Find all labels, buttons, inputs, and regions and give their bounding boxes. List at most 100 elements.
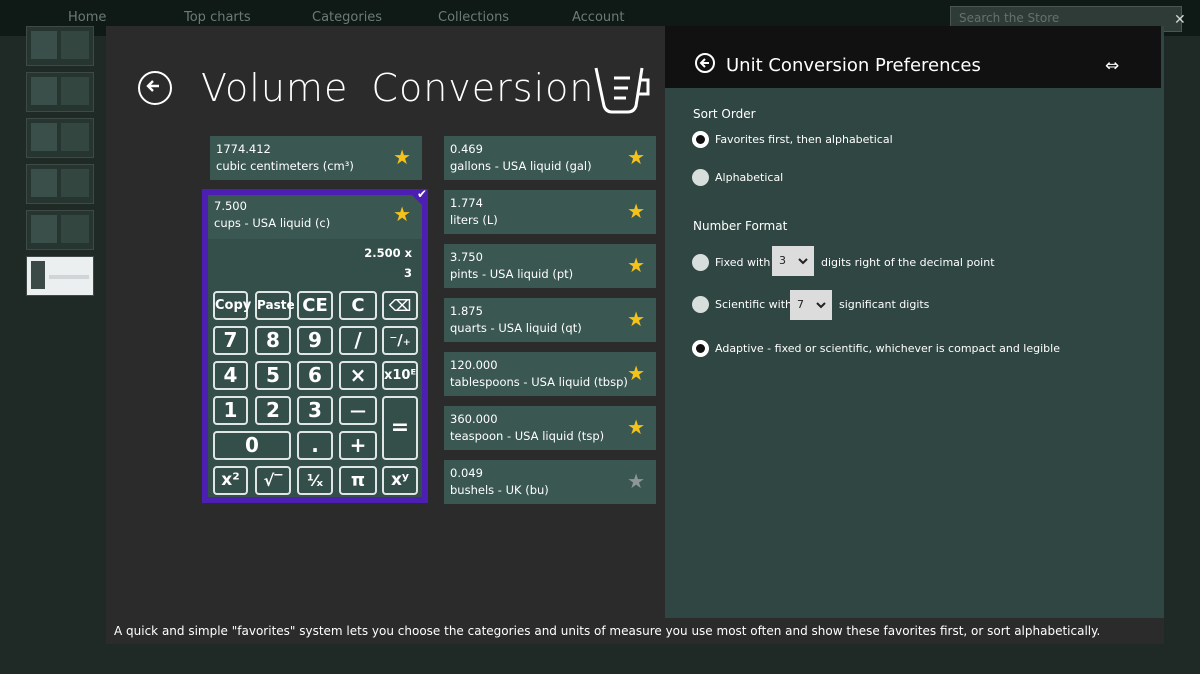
calc-operand: 3 bbox=[403, 266, 412, 280]
close-icon[interactable]: ✕ bbox=[1174, 12, 1186, 28]
favorite-star-icon[interactable]: ★ bbox=[627, 200, 645, 222]
volume-conversion-app: Volume Conversion 1774.412 cubic centime… bbox=[106, 26, 665, 618]
screenshot-caption: A quick and simple "favorites" system le… bbox=[106, 618, 1164, 644]
nav-collections[interactable]: Collections bbox=[438, 10, 509, 25]
nav-categories[interactable]: Categories bbox=[312, 10, 382, 25]
backspace-button[interactable]: ⌫ bbox=[382, 291, 418, 320]
key-4[interactable]: 4 bbox=[213, 361, 248, 390]
unit-name: bushels - UK (bu) bbox=[450, 483, 549, 497]
scientific-digits-select[interactable]: 7 bbox=[790, 290, 832, 320]
favorite-star-icon[interactable]: ★ bbox=[627, 362, 645, 384]
unit-tile-teaspoon[interactable]: 360.000 teaspoon - USA liquid (tsp) ★ bbox=[444, 406, 656, 450]
unit-name: gallons - USA liquid (gal) bbox=[450, 159, 592, 173]
chevron-down-icon bbox=[816, 302, 826, 309]
thumbnail[interactable] bbox=[26, 118, 94, 158]
multiply-button[interactable]: × bbox=[339, 361, 377, 390]
paste-button[interactable]: Paste bbox=[255, 291, 295, 320]
back-button[interactable] bbox=[138, 71, 172, 105]
key-8[interactable]: 8 bbox=[255, 326, 291, 355]
key-1[interactable]: 1 bbox=[213, 396, 248, 425]
unit-value: 1.774 bbox=[450, 196, 483, 210]
key-2[interactable]: 2 bbox=[255, 396, 291, 425]
radio-label: Alphabetical bbox=[715, 171, 784, 184]
plus-button[interactable]: + bbox=[339, 431, 377, 460]
unit-tile-quarts[interactable]: 1.875 quarts - USA liquid (qt) ★ bbox=[444, 298, 656, 342]
unit-value: 1.875 bbox=[450, 304, 483, 318]
unit-value: 7.500 bbox=[214, 199, 247, 213]
nav-account[interactable]: Account bbox=[572, 10, 625, 25]
radio-label: Adaptive - fixed or scientific, whicheve… bbox=[715, 342, 1060, 355]
key-3[interactable]: 3 bbox=[297, 396, 333, 425]
radio-adaptive[interactable] bbox=[692, 340, 709, 357]
favorite-star-icon[interactable]: ★ bbox=[627, 470, 645, 492]
unit-value: 1774.412 bbox=[216, 142, 271, 156]
unit-name: cubic centimeters (cm³) bbox=[216, 159, 354, 173]
key-7[interactable]: 7 bbox=[213, 326, 248, 355]
radio-alphabetical[interactable] bbox=[692, 169, 709, 186]
nav-top-charts[interactable]: Top charts bbox=[184, 10, 251, 25]
caption-text: A quick and simple "favorites" system le… bbox=[114, 624, 1101, 638]
reciprocal-button[interactable]: ¹⁄ₓ bbox=[297, 466, 333, 495]
thumbnail[interactable] bbox=[26, 164, 94, 204]
arrow-left-icon bbox=[699, 58, 709, 68]
divide-button[interactable]: / bbox=[339, 326, 377, 355]
key-5[interactable]: 5 bbox=[255, 361, 291, 390]
clear-entry-button[interactable]: CE bbox=[297, 291, 333, 320]
measuring-cup-icon bbox=[594, 67, 650, 114]
favorite-star-icon[interactable]: ★ bbox=[627, 146, 645, 168]
fixed-digits-select[interactable]: 3 bbox=[772, 246, 814, 276]
unit-name: quarts - USA liquid (qt) bbox=[450, 321, 582, 335]
unit-name: tablespoons - USA liquid (tbsp) bbox=[450, 375, 628, 389]
number-format-heading: Number Format bbox=[693, 219, 788, 233]
unit-tile-gallons[interactable]: 0.469 gallons - USA liquid (gal) ★ bbox=[444, 136, 656, 180]
decimal-point-button[interactable]: . bbox=[297, 431, 333, 460]
square-button[interactable]: x² bbox=[213, 466, 248, 495]
unit-tile-cubic-centimeters[interactable]: 1774.412 cubic centimeters (cm³) ★ bbox=[210, 136, 422, 180]
thumbnail[interactable] bbox=[26, 26, 94, 66]
selected-unit-calculator: 7.500 cups - USA liquid (c) ★ 2.500 x 3 … bbox=[202, 187, 428, 503]
key-6[interactable]: 6 bbox=[297, 361, 333, 390]
unit-value: 0.469 bbox=[450, 142, 483, 156]
equals-button[interactable]: = bbox=[382, 396, 418, 460]
unit-value: 0.049 bbox=[450, 466, 483, 480]
unit-name: cups - USA liquid (c) bbox=[214, 216, 331, 230]
key-9[interactable]: 9 bbox=[297, 326, 333, 355]
unit-tile-cups[interactable]: 7.500 cups - USA liquid (c) ★ bbox=[208, 195, 422, 239]
prefs-header: Unit Conversion Preferences ⇔ bbox=[665, 26, 1161, 88]
minus-button[interactable]: — bbox=[339, 396, 377, 425]
favorite-star-icon[interactable]: ★ bbox=[627, 254, 645, 276]
thumbnail[interactable] bbox=[26, 256, 94, 296]
sort-order-heading: Sort Order bbox=[693, 107, 756, 121]
unit-tile-liters[interactable]: 1.774 liters (L) ★ bbox=[444, 190, 656, 234]
sign-toggle-button[interactable]: ⁻∕₊ bbox=[382, 326, 418, 355]
prefs-back-button[interactable] bbox=[695, 53, 715, 73]
clear-button[interactable]: C bbox=[339, 291, 377, 320]
arrow-left-icon bbox=[146, 80, 159, 92]
unit-tile-pints[interactable]: 3.750 pints - USA liquid (pt) ★ bbox=[444, 244, 656, 288]
exponent-button[interactable]: x10ᴱ bbox=[382, 361, 418, 390]
prefs-title: Unit Conversion Preferences bbox=[726, 55, 981, 76]
calc-expression: 2.500 x bbox=[364, 246, 412, 260]
square-root-button[interactable]: √‾ bbox=[255, 466, 291, 495]
radio-label: Scientific with bbox=[715, 298, 793, 311]
pi-button[interactable]: π bbox=[339, 466, 377, 495]
favorite-star-icon[interactable]: ★ bbox=[627, 308, 645, 330]
swap-arrows-icon[interactable]: ⇔ bbox=[1105, 56, 1119, 76]
radio-label: Fixed with bbox=[715, 256, 771, 269]
checkmark-icon: ✔ bbox=[416, 187, 427, 201]
nav-home[interactable]: Home bbox=[68, 10, 106, 25]
unit-tile-bushels[interactable]: 0.049 bushels - UK (bu) ★ bbox=[444, 460, 656, 504]
unit-tile-tablespoons[interactable]: 120.000 tablespoons - USA liquid (tbsp) … bbox=[444, 352, 656, 396]
key-0[interactable]: 0 bbox=[213, 431, 291, 460]
unit-value: 3.750 bbox=[450, 250, 483, 264]
scientific-suffix-label: significant digits bbox=[839, 298, 930, 311]
radio-favorites-first[interactable] bbox=[692, 131, 709, 148]
favorite-star-icon[interactable]: ★ bbox=[627, 416, 645, 438]
thumbnail[interactable] bbox=[26, 210, 94, 250]
thumbnail[interactable] bbox=[26, 72, 94, 112]
power-button[interactable]: xʸ bbox=[382, 466, 418, 495]
copy-button[interactable]: Copy bbox=[213, 291, 251, 320]
radio-scientific[interactable] bbox=[692, 296, 709, 313]
radio-fixed[interactable] bbox=[692, 254, 709, 271]
favorite-star-icon[interactable]: ★ bbox=[393, 146, 411, 168]
